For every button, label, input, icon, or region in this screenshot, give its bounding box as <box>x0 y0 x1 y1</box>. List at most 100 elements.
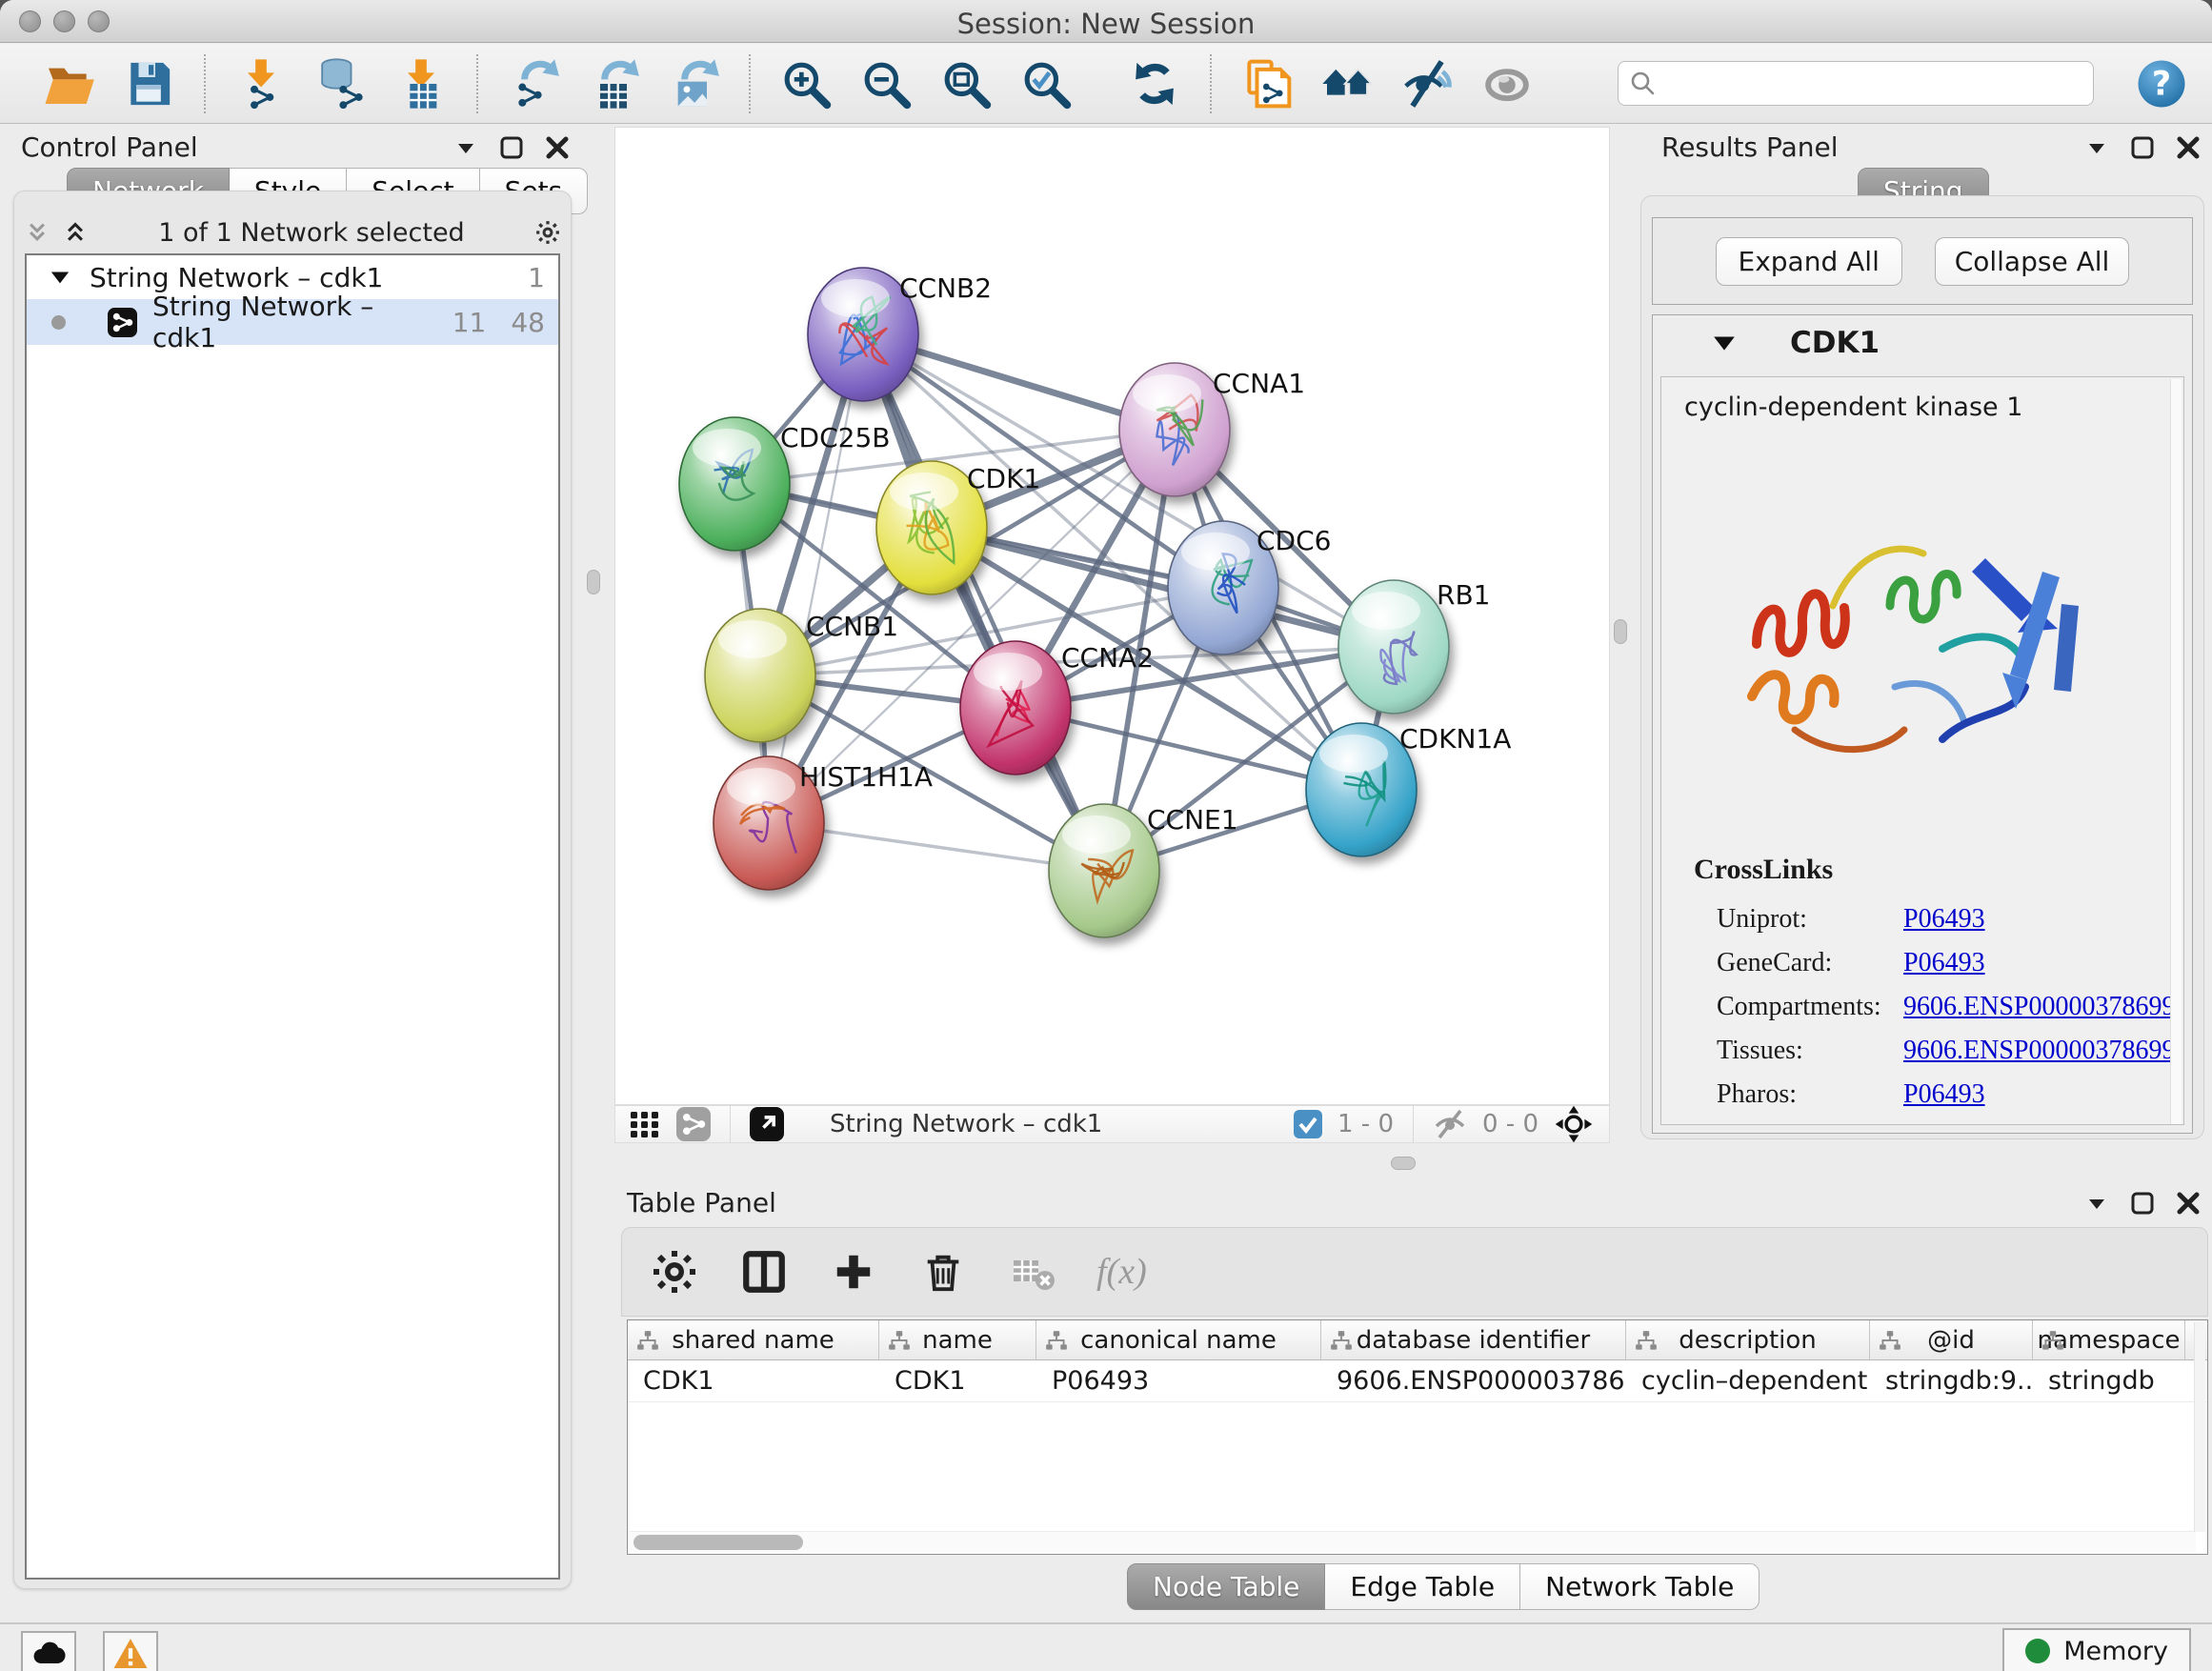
crosslink-row: Tissues:9606.ENSP00000378699 <box>1717 1029 2175 1073</box>
collection-expand-icon[interactable] <box>50 267 70 288</box>
expand-all-button[interactable]: Expand All <box>1716 237 1902 286</box>
table-panel-close-icon[interactable] <box>2176 1191 2201 1216</box>
save-session-button[interactable] <box>119 54 178 113</box>
export-table-button[interactable] <box>584 54 643 113</box>
column-header-name[interactable]: name <box>879 1320 1036 1359</box>
table-panel-float-icon[interactable] <box>2130 1191 2155 1216</box>
delete-column-trash-icon[interactable] <box>917 1246 969 1298</box>
network-node-ccne1[interactable]: CCNE1 <box>1049 804 1238 937</box>
control-panel-float-icon[interactable] <box>499 135 524 160</box>
cloud-status-button[interactable] <box>21 1631 76 1671</box>
table-settings-gear-icon[interactable] <box>649 1246 700 1298</box>
left-splitter-grip[interactable] <box>587 570 600 594</box>
detach-view-icon[interactable] <box>750 1107 784 1141</box>
bottom-splitter-grip[interactable] <box>1391 1157 1416 1170</box>
import-table-button[interactable] <box>392 54 451 113</box>
scrollbar-thumb[interactable] <box>633 1535 803 1550</box>
export-network-icon <box>507 57 560 111</box>
group-nodes-button[interactable] <box>1317 54 1377 113</box>
memory-button[interactable]: Memory <box>2002 1628 2191 1671</box>
zoom-selected-button[interactable] <box>1016 54 1076 113</box>
column-type-icon <box>1634 1329 1659 1354</box>
network-node-ccna1[interactable]: CCNA1 <box>1119 363 1305 496</box>
table-vertical-scrollbar[interactable] <box>2194 1322 2205 1532</box>
expand-all-networks-icon[interactable] <box>63 220 88 245</box>
window-title: Session: New Session <box>0 8 2212 40</box>
new-network-from-selection-button[interactable] <box>1237 54 1297 113</box>
network-node-rb1[interactable]: RB1 <box>1338 579 1490 714</box>
add-column-icon[interactable] <box>828 1246 879 1298</box>
network-node-ccnb1[interactable]: CCNB1 <box>705 609 898 742</box>
string-view-icon[interactable] <box>676 1107 711 1141</box>
crosslink-link[interactable]: P06493 <box>1903 948 1985 978</box>
table-cell: P06493 <box>1036 1360 1321 1401</box>
zoom-in-icon <box>779 57 833 111</box>
grid-view-icon[interactable] <box>629 1108 661 1140</box>
network-row-selected[interactable]: String Network – cdk1 11 48 <box>27 299 558 345</box>
network-node-hist1h1a[interactable]: HIST1H1A <box>714 756 933 890</box>
results-scrollbar[interactable] <box>2170 379 2182 1124</box>
control-panel-close-icon[interactable] <box>545 135 570 160</box>
network-node-cdk1[interactable]: CDK1 <box>876 461 1040 594</box>
network-options-gear-icon[interactable] <box>535 220 560 245</box>
right-splitter-grip[interactable] <box>1614 619 1627 644</box>
birdseye-navigate-icon[interactable] <box>1554 1104 1594 1144</box>
network-node-cdkn1a[interactable]: CDKN1A <box>1306 723 1511 856</box>
column-header-canonical-name[interactable]: canonical name <box>1036 1320 1321 1359</box>
open-session-button[interactable] <box>39 54 98 113</box>
network-node-cdc25b[interactable]: CDC25B <box>679 417 891 551</box>
column-header-description[interactable]: description <box>1626 1320 1870 1359</box>
column-header-shared-name[interactable]: shared name <box>628 1320 879 1359</box>
toolbar-separator <box>749 54 751 113</box>
zoom-fit-button[interactable] <box>936 54 995 113</box>
import-network-database-button[interactable] <box>312 54 371 113</box>
hide-selected-button[interactable] <box>1398 54 1457 113</box>
network-node-ccnb2[interactable]: CCNB2 <box>808 268 992 401</box>
tab-node-table[interactable]: Node Table <box>1127 1563 1325 1610</box>
column-header-id[interactable]: @id <box>1870 1320 2033 1359</box>
control-panel-menu-icon[interactable] <box>453 135 478 160</box>
crosslink-link[interactable]: P06493 <box>1903 1079 1985 1110</box>
protein-collapse-icon[interactable] <box>1712 331 1737 355</box>
crosslink-link[interactable]: 9606.ENSP00000378699 <box>1903 992 2175 1022</box>
crosslink-label: Pharos: <box>1717 1079 1903 1110</box>
column-header-namespace[interactable]: namespace <box>2033 1320 2185 1359</box>
export-image-button[interactable] <box>664 54 723 113</box>
tab-edge-table[interactable]: Edge Table <box>1325 1563 1520 1610</box>
show-all-button[interactable] <box>1478 54 1537 113</box>
table-row[interactable]: CDK1CDK1P064939606.ENSP00000378699cyclin… <box>628 1360 2207 1402</box>
network-edge[interactable] <box>769 334 863 823</box>
collection-label: String Network – cdk1 <box>90 262 503 293</box>
network-node-cdc6[interactable]: CDC6 <box>1168 521 1331 654</box>
collapse-all-button[interactable]: Collapse All <box>1935 237 2130 286</box>
results-panel-menu-icon[interactable] <box>2084 135 2109 160</box>
collapse-all-networks-icon[interactable] <box>25 220 50 245</box>
function-builder-icon: f(x) <box>1096 1251 1147 1293</box>
table-panel-menu-icon[interactable] <box>2084 1191 2109 1216</box>
help-button[interactable]: ? <box>2132 54 2191 113</box>
network-tree: String Network – cdk1 1 String Network –… <box>25 253 560 1580</box>
results-panel-close-icon[interactable] <box>2176 135 2201 160</box>
results-panel-float-icon[interactable] <box>2130 135 2155 160</box>
crosslink-link[interactable]: P06493 <box>1903 904 1985 935</box>
export-network-button[interactable] <box>504 54 563 113</box>
search-input[interactable] <box>1618 61 2094 106</box>
crosslink-link[interactable]: 9606.ENSP00000378699 <box>1903 1036 2175 1066</box>
show-column-panel-icon[interactable] <box>738 1246 790 1298</box>
import-network-file-button[interactable] <box>231 54 291 113</box>
memory-label: Memory <box>2063 1637 2168 1666</box>
export-table-icon <box>587 57 640 111</box>
refresh-layout-button[interactable] <box>1125 54 1184 113</box>
table-cell: cyclin–dependent ... <box>1626 1360 1870 1401</box>
zoom-out-button[interactable] <box>856 54 915 113</box>
zoom-in-button[interactable] <box>776 54 835 113</box>
column-type-icon <box>887 1329 912 1354</box>
selected-checkbox-icon[interactable] <box>1294 1110 1322 1138</box>
network-canvas[interactable]: CCNB2CCNA1CDC25BCDK1CDC6RB1CCNB1CCNA2CDK… <box>614 127 1610 1105</box>
table-horizontal-scrollbar[interactable] <box>630 1531 2196 1552</box>
import-table-icon <box>394 57 448 111</box>
column-header-database-identifier[interactable]: database identifier <box>1321 1320 1626 1359</box>
tab-network-table[interactable]: Network Table <box>1520 1563 1760 1610</box>
protein-result-card: CDK1 cyclin-dependent kinase 1 <box>1652 314 2193 1134</box>
warning-status-button[interactable] <box>103 1631 158 1671</box>
